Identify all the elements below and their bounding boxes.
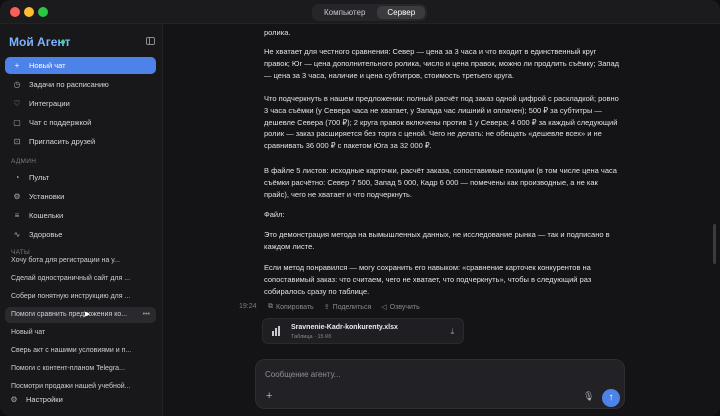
message-composer: + 🎙︎ ↑ xyxy=(255,359,625,409)
plug-icon: ♡ xyxy=(13,99,21,108)
title-bar: Компьютер Сервер xyxy=(0,0,720,24)
chat-list-item-label: Помоги сравнить предложения ко... xyxy=(11,311,128,318)
sidebar-item-settings-admin[interactable]: ⚙ Установки xyxy=(5,188,156,205)
message-paragraph: Что подчеркнуть в нашем предложении: пол… xyxy=(264,94,619,151)
sidebar-item-integrations[interactable]: ♡ Интеграции xyxy=(5,95,156,112)
microphone-icon[interactable]: 🎙︎ xyxy=(583,391,594,402)
gauge-icon: ◔ xyxy=(14,173,20,182)
tab-computer[interactable]: Компьютер xyxy=(314,6,375,19)
sidebar-item-support-chat[interactable]: ▢ Чат с поддержкой xyxy=(5,114,156,131)
sidebar-item-dashboard[interactable]: ◔ Пульт xyxy=(5,169,156,186)
message-paragraph: Не хватает для честного сравнения: Север… xyxy=(264,47,620,80)
file-name: Sravnenie-Kadr-konkurenty.xlsx xyxy=(291,324,398,331)
chat-list-item[interactable]: Хочу бота для регистрации на у... xyxy=(5,253,156,269)
mode-switcher: Компьютер Сервер xyxy=(312,4,428,21)
send-button[interactable]: ↑ xyxy=(602,389,620,407)
action-label: Озвучить xyxy=(389,303,420,311)
chat-list-item[interactable]: Сверь акт с нашими условиями и п... xyxy=(5,343,156,359)
message-paragraph: Это демонстрация метода на вымышленных д… xyxy=(264,230,610,251)
copy-icon: ⧉ xyxy=(268,303,273,310)
scrollbar[interactable] xyxy=(713,224,716,264)
speak-button[interactable]: ◁ Озвучить xyxy=(381,303,420,312)
settings-button[interactable]: ⚙ Настройки xyxy=(9,395,63,404)
copy-button[interactable]: ⧉ Копировать xyxy=(268,303,314,311)
nav-label: Пригласить друзей xyxy=(29,137,96,146)
file-meta: Таблица · 15 Кб xyxy=(291,334,332,340)
arrow-up-icon: ↑ xyxy=(608,392,614,403)
health-icon: ∿ xyxy=(13,230,21,239)
online-status-dot xyxy=(61,40,65,44)
mouse-cursor-icon: ➤ xyxy=(83,309,91,319)
message-paragraph: В файле 5 листов: исходные карточки, рас… xyxy=(264,166,617,199)
close-window-button[interactable] xyxy=(10,7,20,17)
chat-main: ролика. Не хватает для честного сравнени… xyxy=(164,24,720,416)
sidebar-item-health[interactable]: ∿ Здоровье xyxy=(5,226,156,243)
new-chat-button[interactable]: + Новый чат xyxy=(5,57,156,74)
minimize-window-button[interactable] xyxy=(24,7,34,17)
sidebar-item-scheduled-tasks[interactable]: ◷ Задачи по расписанию xyxy=(5,76,156,93)
message-paragraph: Файл: xyxy=(264,210,285,219)
chat-list-item[interactable]: Сделай одностраничный сайт для ... xyxy=(5,271,156,287)
settings-icon: ⚙ xyxy=(13,192,21,201)
plus-icon: + xyxy=(14,61,20,70)
message-actions: ⧉ Копировать ⇪ Поделиться ◁ Озвучить xyxy=(268,303,420,311)
share-icon: ⇪ xyxy=(323,304,330,311)
chat-list-item[interactable]: Посмотри продажи нашей учебной... xyxy=(5,379,156,395)
nav-label: Установки xyxy=(29,192,65,201)
zoom-window-button[interactable] xyxy=(38,7,48,17)
nav-label: Задачи по расписанию xyxy=(29,80,109,89)
speaker-icon: ◁ xyxy=(381,304,387,311)
chat-icon: ▢ xyxy=(13,118,21,127)
tab-server[interactable]: Сервер xyxy=(377,6,426,19)
share-button[interactable]: ⇪ Поделиться xyxy=(323,303,372,312)
more-options-icon[interactable]: ••• xyxy=(143,307,150,323)
chat-list-item[interactable]: Новый чат xyxy=(5,325,156,341)
sidebar-toggle-icon[interactable] xyxy=(146,37,155,45)
chat-list-item[interactable]: Собери понятную инструкцию для ... xyxy=(5,289,156,305)
action-label: Поделиться xyxy=(332,303,372,311)
gear-icon: ⚙ xyxy=(10,395,18,404)
action-label: Копировать xyxy=(276,303,314,311)
sidebar: Мой Агент + Новый чат ◷ Задачи по распис… xyxy=(0,24,163,416)
message-paragraph: ролика. xyxy=(264,28,291,37)
download-icon[interactable]: ⤓ xyxy=(450,327,454,337)
nav-label: Чат с поддержкой xyxy=(29,118,92,127)
clock-icon: ◷ xyxy=(13,80,21,89)
section-label-admin: АДМИН xyxy=(11,158,37,165)
nav-label: Новый чат xyxy=(29,61,66,70)
message-timestamp: 19:24 xyxy=(239,303,257,310)
settings-label: Настройки xyxy=(26,395,63,404)
app-window: Компьютер Сервер Мой Агент + Новый чат ◷… xyxy=(0,0,720,416)
nav-label: Кошельки xyxy=(29,211,64,220)
nav-label: Здоровье xyxy=(29,230,63,239)
attach-plus-icon[interactable]: + xyxy=(266,390,272,402)
file-attachment[interactable]: Sravnenie-Kadr-konkurenty.xlsx Таблица ·… xyxy=(262,318,464,344)
wallet-icon: ≡ xyxy=(14,211,20,220)
message-input[interactable] xyxy=(265,366,605,382)
chat-list-item[interactable]: Помоги с контент-планом Telegra... xyxy=(5,361,156,377)
sidebar-item-invite-friends[interactable]: ⊡ Пригласить друзей xyxy=(5,133,156,150)
nav-label: Интеграции xyxy=(29,99,70,108)
spreadsheet-icon xyxy=(272,326,280,336)
chat-list-item-active[interactable]: Помоги сравнить предложения ко... ••• ➤ xyxy=(5,307,156,323)
gift-icon: ⊡ xyxy=(13,137,21,146)
sidebar-item-wallets[interactable]: ≡ Кошельки xyxy=(5,207,156,224)
message-paragraph: Если метод понравился — могу сохранить е… xyxy=(264,263,592,296)
nav-label: Пульт xyxy=(29,173,50,182)
